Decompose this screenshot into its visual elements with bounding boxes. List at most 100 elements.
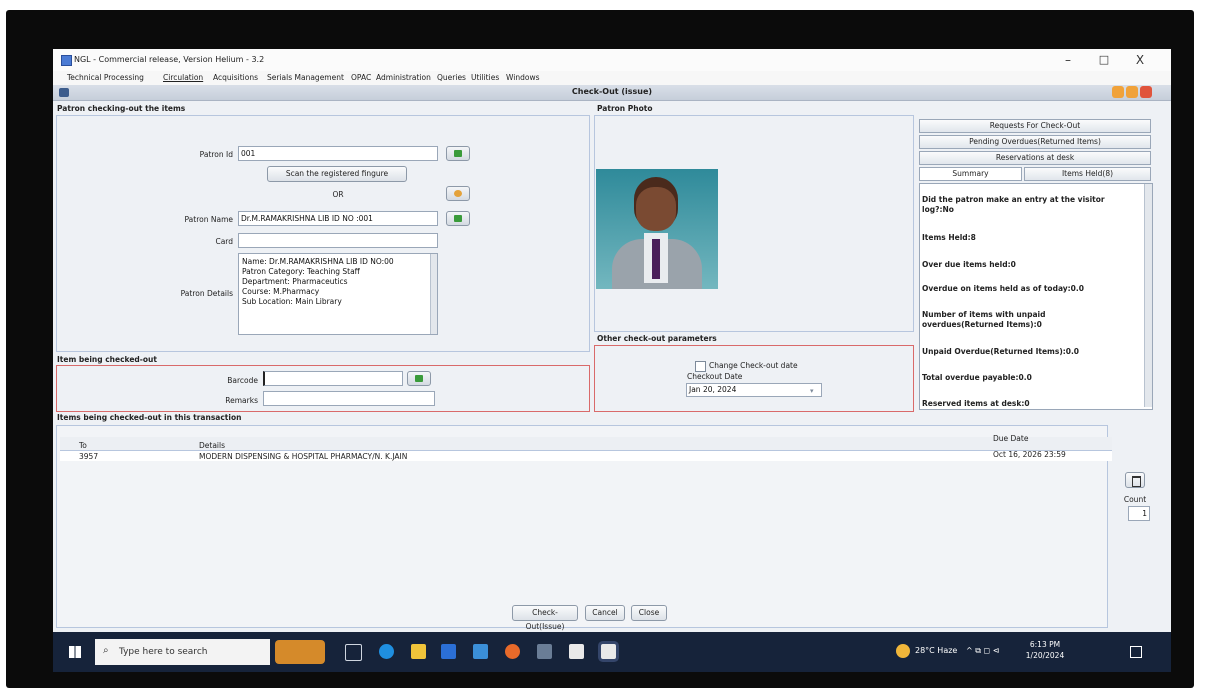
- details-line: Department: Pharmaceutics: [242, 277, 348, 286]
- summary-unpaid-count: Number of items with unpaid overdues(Ret…: [922, 310, 1046, 329]
- delete-row-button[interactable]: [1125, 472, 1145, 488]
- weather-icon: [896, 644, 910, 658]
- java-app-icon[interactable]: [569, 644, 584, 659]
- summary-reserved-desk: Reserved items at desk:0: [922, 399, 1030, 408]
- card-label: Card: [215, 237, 233, 246]
- tray-icons[interactable]: ^ ⧉ ◻ ⊲: [966, 646, 999, 656]
- menu-queries[interactable]: Queries: [437, 73, 466, 82]
- menu-bar: Technical Processing Circulation Acquisi…: [53, 71, 1171, 85]
- taskbar-search-box[interactable]: ⌕ Type here to search: [95, 639, 270, 665]
- notification-icon[interactable]: [1130, 646, 1142, 658]
- screen: NGL - Commercial release, Version Helium…: [53, 49, 1171, 672]
- menu-technical-processing[interactable]: Technical Processing: [67, 73, 144, 82]
- row-to: 3957: [79, 452, 99, 461]
- barcode-input[interactable]: [263, 371, 403, 386]
- store-icon[interactable]: [441, 644, 456, 659]
- calendar-dropdown-icon[interactable]: ▾: [810, 387, 814, 395]
- patron-id-field[interactable]: 001: [238, 146, 438, 161]
- summary-items-held: Items Held:8: [922, 233, 976, 242]
- item-section-header: Item being checked-out: [57, 355, 157, 364]
- tab-pending-overdues[interactable]: Pending Overdues(Returned Items): [919, 135, 1151, 149]
- windows-taskbar: ⌕ Type here to search 28°C Haze ^ ⧉ ◻ ⊲ …: [53, 632, 1171, 672]
- close-form-button[interactable]: Close: [631, 605, 667, 621]
- checkout-date-label: Checkout Date: [687, 372, 743, 381]
- scan-fingerprint-button[interactable]: Scan the registered fingure: [267, 166, 407, 182]
- patron-details-box[interactable]: Name: Dr.M.RAMAKRISHNA LIB ID NO:00 Patr…: [238, 253, 438, 335]
- or-text: OR: [332, 190, 344, 199]
- frame-close-icon[interactable]: [1140, 86, 1152, 98]
- count-label: Count: [1123, 495, 1147, 504]
- menu-acquisitions[interactable]: Acquisitions: [213, 73, 258, 82]
- column-details: Details: [199, 441, 226, 450]
- table-row[interactable]: 3957 MODERN DISPENSING & HOSPITAL PHARMA…: [60, 450, 1112, 461]
- cancel-button[interactable]: Cancel: [585, 605, 625, 621]
- summary-visitor-log: Did the patron make an entry at the visi…: [922, 195, 1105, 214]
- params-section-header: Other check-out parameters: [597, 334, 717, 343]
- patron-section-header: Patron checking-out the items: [57, 104, 186, 113]
- patron-name-field[interactable]: Dr.M.RAMAKRISHNA LIB ID NO :001: [238, 211, 438, 226]
- tab-items-held[interactable]: Items Held(8): [1024, 167, 1151, 181]
- checkout-issue-button[interactable]: Check-Out(Issue): [512, 605, 578, 631]
- weather-text: 28°C Haze: [915, 646, 958, 655]
- internal-frame-titlebar: Check-Out (issue): [53, 85, 1171, 101]
- file-explorer-icon[interactable]: [411, 644, 426, 659]
- menu-circulation[interactable]: Circulation: [163, 73, 203, 82]
- details-line: Sub Location: Main Library: [242, 297, 342, 306]
- go-icon: [415, 375, 423, 382]
- menu-utilities[interactable]: Utilities: [471, 73, 499, 82]
- change-date-checkbox[interactable]: [695, 361, 706, 372]
- firefox-icon[interactable]: [505, 644, 520, 659]
- details-line: Course: M.Pharmacy: [242, 287, 320, 296]
- patron-lookup-button[interactable]: [446, 186, 470, 201]
- patron-details-label: Patron Details: [180, 289, 233, 298]
- frame-minimize-icon[interactable]: [1112, 86, 1124, 98]
- tab-reservations[interactable]: Reservations at desk: [919, 151, 1151, 165]
- search-placeholder: Type here to search: [119, 647, 208, 657]
- menu-opac[interactable]: OPAC: [351, 73, 371, 82]
- close-button[interactable]: X: [1123, 52, 1157, 68]
- remarks-input[interactable]: [263, 391, 435, 406]
- tab-summary[interactable]: Summary: [919, 167, 1022, 181]
- menu-windows[interactable]: Windows: [506, 73, 539, 82]
- windows-start-icon[interactable]: [69, 646, 81, 658]
- summary-scrollbar[interactable]: [1144, 184, 1152, 407]
- app-titlebar: NGL - Commercial release, Version Helium…: [53, 49, 1171, 71]
- photo-section-header: Patron Photo: [597, 104, 653, 113]
- patron-id-label: Patron Id: [199, 150, 233, 159]
- app-icon[interactable]: [537, 644, 552, 659]
- java-app-active-icon[interactable]: [601, 644, 616, 659]
- summary-overdue-items: Over due items held:0: [922, 260, 1016, 269]
- details-scrollbar[interactable]: [430, 254, 437, 334]
- barcode-go-button[interactable]: [407, 371, 431, 386]
- patron-search-button[interactable]: [446, 146, 470, 161]
- mail-icon[interactable]: [473, 644, 488, 659]
- clock-date[interactable]: 1/20/2024: [1021, 651, 1069, 660]
- patron-name-search-button[interactable]: [446, 211, 470, 226]
- checkout-date-field[interactable]: Jan 20, 2024: [686, 383, 822, 397]
- tab-requests-for-checkout[interactable]: Requests For Check-Out: [919, 119, 1151, 133]
- edge-icon[interactable]: [379, 644, 394, 659]
- frame-title: Check-Out (issue): [571, 87, 653, 96]
- transaction-section-header: Items being checked-out in this transact…: [57, 413, 242, 422]
- summary-overdue-today: Overdue on items held as of today:0.0: [922, 284, 1084, 293]
- summary-total-payable: Total overdue payable:0.0: [922, 373, 1032, 382]
- go-icon: [454, 150, 462, 157]
- minimize-button[interactable]: –: [1051, 52, 1085, 68]
- task-view-icon[interactable]: [345, 644, 362, 661]
- search-icon: ⌕: [103, 645, 109, 656]
- count-field: 1: [1128, 506, 1150, 521]
- menu-serials-management[interactable]: Serials Management: [267, 73, 344, 82]
- summary-unpaid-overdue: Unpaid Overdue(Returned Items):0.0: [922, 347, 1080, 356]
- card-field[interactable]: [238, 233, 438, 248]
- menu-administration[interactable]: Administration: [376, 73, 431, 82]
- change-date-label: Change Check-out date: [709, 361, 798, 370]
- monitor-frame: NGL - Commercial release, Version Helium…: [6, 10, 1194, 688]
- row-due-date: Oct 16, 2026 23:59: [993, 450, 1066, 459]
- maximize-button[interactable]: □: [1087, 52, 1121, 68]
- news-widget-icon[interactable]: [275, 640, 325, 664]
- clock-time[interactable]: 6:13 PM: [1021, 640, 1069, 649]
- person-icon: [454, 190, 462, 197]
- column-to: To: [79, 441, 87, 450]
- frame-maximize-icon[interactable]: [1126, 86, 1138, 98]
- details-line: Patron Category: Teaching Staff: [242, 267, 360, 276]
